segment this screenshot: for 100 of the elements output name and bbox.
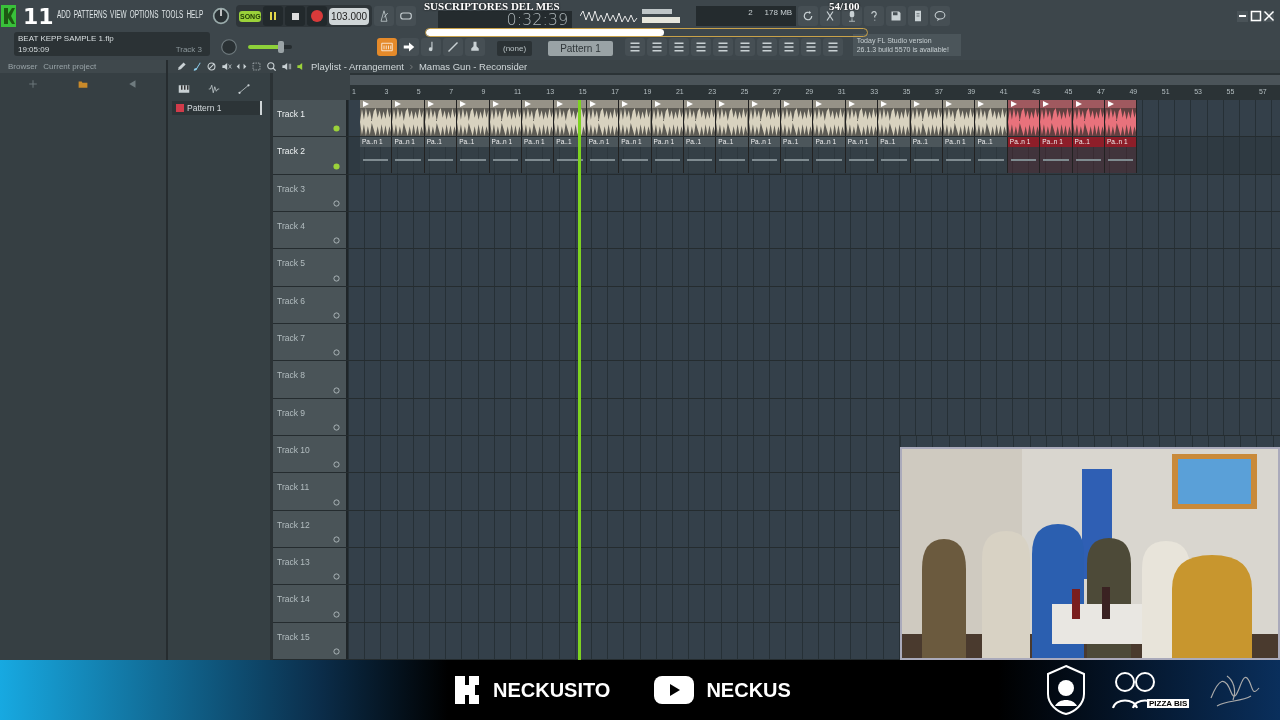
- track-status-icon[interactable]: [333, 498, 340, 506]
- audio-clip[interactable]: [748, 100, 782, 136]
- track-status-icon[interactable]: [333, 125, 340, 133]
- loop-button[interactable]: [396, 6, 417, 26]
- audio-clip[interactable]: [943, 100, 976, 136]
- piano-icon[interactable]: [178, 83, 190, 95]
- audio-clip[interactable]: [683, 100, 717, 136]
- audio-clip[interactable]: [716, 100, 749, 136]
- track-header[interactable]: Track 5: [273, 249, 348, 286]
- audio-clip[interactable]: [1105, 100, 1138, 136]
- pattern-item[interactable]: Pattern 1: [172, 101, 262, 115]
- track-name: Track 13: [277, 556, 310, 567]
- audio-clip[interactable]: [586, 100, 620, 136]
- audio-clip[interactable]: [424, 100, 458, 136]
- automation-icon[interactable]: [238, 83, 250, 95]
- audio-clip[interactable]: [845, 100, 879, 136]
- chat-button[interactable]: [930, 6, 951, 26]
- track-header[interactable]: Track 4: [273, 212, 348, 249]
- minimize-button[interactable]: [1237, 10, 1248, 22]
- playhead[interactable]: [577, 100, 581, 660]
- refresh-button[interactable]: [798, 6, 819, 26]
- stamp-button[interactable]: [465, 38, 485, 56]
- track-header[interactable]: Track 15: [273, 622, 348, 659]
- audio-clip[interactable]: [781, 100, 814, 136]
- zoom-icon[interactable]: [266, 61, 277, 72]
- menu-item[interactable]: HELP: [186, 9, 204, 20]
- audio-clip[interactable]: [1007, 100, 1041, 136]
- note-button[interactable]: [421, 38, 441, 56]
- track-header[interactable]: Track 13: [273, 547, 348, 585]
- export-button[interactable]: [908, 6, 929, 26]
- pause-button[interactable]: [263, 6, 283, 26]
- stop-button[interactable]: [285, 6, 305, 26]
- track-status-icon[interactable]: [333, 610, 340, 618]
- track-header[interactable]: Track 2: [273, 137, 348, 174]
- track-status-icon[interactable]: [333, 274, 340, 282]
- list-button[interactable]: [668, 38, 689, 56]
- menu-item[interactable]: PATTERNS: [73, 9, 107, 20]
- mute-tool-icon[interactable]: [206, 61, 217, 72]
- track-status-icon[interactable]: [333, 349, 340, 357]
- audio-clip[interactable]: [1072, 100, 1105, 136]
- audio-clip[interactable]: [975, 100, 1008, 136]
- track-status-icon[interactable]: [333, 162, 340, 170]
- track-status-icon[interactable]: [333, 311, 340, 319]
- track-header[interactable]: Track 10: [273, 435, 348, 473]
- save-button[interactable]: [886, 6, 907, 26]
- track-status-icon[interactable]: [333, 200, 340, 207]
- track-header[interactable]: Track 12: [273, 510, 348, 547]
- track-status-icon[interactable]: [333, 386, 340, 394]
- audio-clip[interactable]: [360, 100, 393, 136]
- knob-icon[interactable]: [212, 7, 230, 25]
- track-header[interactable]: Track 7: [273, 323, 348, 361]
- audio-wave-icon[interactable]: [208, 83, 220, 95]
- app-logo-icon[interactable]: [1, 5, 16, 27]
- track-status-icon[interactable]: [333, 647, 340, 655]
- audio-clip[interactable]: [813, 100, 846, 136]
- audio-clip[interactable]: [1040, 100, 1073, 136]
- slider-thumb[interactable]: [278, 41, 284, 53]
- back-icon[interactable]: [128, 79, 138, 89]
- track-header[interactable]: Track 11: [273, 473, 348, 510]
- breadcrumb-link[interactable]: Mamas Gun - Reconsider: [418, 61, 528, 72]
- browser-tab[interactable]: Browser: [8, 62, 38, 71]
- help-button[interactable]: [864, 6, 885, 26]
- browser-tab[interactable]: Current project: [43, 62, 97, 71]
- pattern-selector[interactable]: Pattern 1: [548, 41, 613, 56]
- speaker-icon[interactable]: [221, 61, 232, 72]
- track-status-icon[interactable]: [333, 535, 340, 543]
- audio-clip[interactable]: [651, 100, 684, 136]
- tempo-display[interactable]: 103.000: [329, 7, 370, 25]
- track-status-icon[interactable]: [333, 237, 340, 245]
- menu-item[interactable]: TOOLS: [161, 9, 184, 20]
- track-status-icon[interactable]: [333, 573, 340, 581]
- arrow-button[interactable]: [399, 38, 419, 56]
- audio-clip[interactable]: [910, 100, 944, 136]
- track-header[interactable]: Track 8: [273, 361, 348, 398]
- track-header[interactable]: Track 9: [273, 398, 348, 435]
- track-header[interactable]: Track 3: [273, 174, 348, 211]
- track-lane[interactable]: [900, 435, 1280, 447]
- audio-clip[interactable]: [457, 100, 490, 136]
- track-header[interactable]: Track 1: [273, 100, 348, 137]
- metronome-button[interactable]: [374, 6, 395, 26]
- channel-selector[interactable]: (none): [497, 41, 533, 56]
- track-header[interactable]: Track 6: [273, 286, 348, 323]
- track-status-icon[interactable]: [333, 461, 340, 469]
- brush-icon[interactable]: [191, 61, 202, 72]
- audio-clip[interactable]: [392, 100, 425, 136]
- breadcrumb-link[interactable]: Playlist - Arrangement: [311, 61, 404, 72]
- track-name: Track 2: [277, 146, 306, 157]
- maximize-button[interactable]: [1250, 10, 1261, 22]
- audio-clip[interactable]: [878, 100, 911, 136]
- track-status-icon[interactable]: [333, 423, 340, 431]
- close-button[interactable]: [1263, 10, 1274, 22]
- audio-clip[interactable]: [521, 100, 555, 136]
- menu-item[interactable]: OPTIONS: [129, 9, 159, 20]
- audio-clip[interactable]: [489, 100, 522, 136]
- menu-item[interactable]: ADD: [57, 9, 71, 20]
- track-header[interactable]: Track 14: [273, 585, 348, 622]
- menu-item[interactable]: VIEW: [110, 9, 127, 20]
- playback-icon[interactable]: [281, 61, 292, 72]
- audio-clip[interactable]: [619, 100, 652, 136]
- link-button[interactable]: [443, 38, 463, 56]
